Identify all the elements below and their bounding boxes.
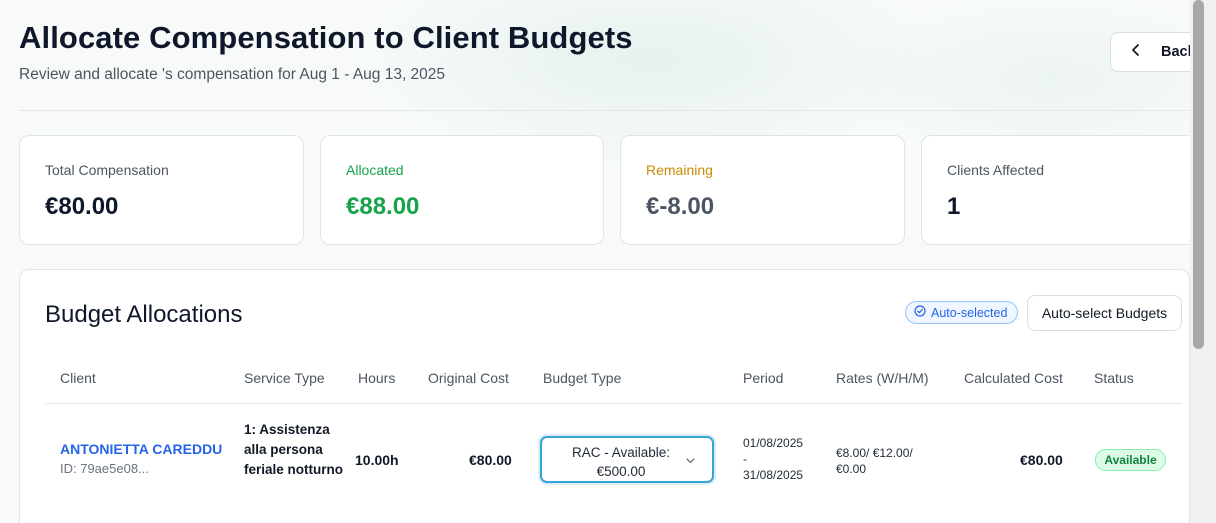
column-header-status: Status (1094, 370, 1134, 386)
page-subtitle: Review and allocate 's compensation for … (19, 66, 446, 83)
stat-label: Clients Affected (947, 162, 1045, 178)
status-badge: Available (1095, 449, 1166, 471)
stat-value: €80.00 (45, 193, 119, 220)
hours-value: 10.00h (355, 452, 399, 468)
column-header-hours: Hours (358, 370, 396, 386)
column-header-client: Client (60, 370, 96, 386)
client-name-link[interactable]: ANTONIETTA CAREDDU (60, 441, 222, 457)
stat-value: €88.00 (346, 193, 420, 220)
table-header-divider (45, 403, 1182, 404)
budget-type-selected-value: RAC - Available: €500.00 (571, 445, 671, 479)
column-header-service-type: Service Type (244, 370, 325, 386)
page-title: Allocate Compensation to Client Budgets (19, 20, 633, 55)
column-header-calculated-cost: Calculated Cost (964, 370, 1063, 386)
rates-value: €8.00/ €12.00/ €0.00 (836, 446, 913, 476)
header-divider (19, 110, 1190, 111)
stat-label: Remaining (646, 162, 713, 178)
original-cost-value: €80.00 (469, 452, 512, 468)
auto-select-budgets-button[interactable]: Auto-select Budgets (1027, 295, 1182, 331)
budget-type-select[interactable]: RAC - Available: €500.00 (540, 436, 714, 483)
period-separator: - (743, 452, 747, 466)
stat-value: €-8.00 (646, 193, 715, 220)
stat-card-remaining: Remaining €-8.00 (620, 135, 905, 245)
column-header-original-cost: Original Cost (428, 370, 509, 386)
stat-value: 1 (947, 193, 961, 220)
stat-card-total-compensation: Total Compensation €80.00 (19, 135, 304, 245)
auto-selected-label: Auto-selected (931, 305, 1008, 320)
stat-card-allocated: Allocated €88.00 (320, 135, 604, 245)
period-end: 31/08/2025 (743, 468, 804, 482)
section-title: Budget Allocations (45, 301, 243, 328)
stat-label: Total Compensation (45, 162, 169, 178)
column-header-budget-type: Budget Type (543, 370, 622, 386)
service-type: 1: Assistenza alla persona feriale nottu… (244, 422, 344, 477)
check-circle-icon (914, 305, 926, 320)
period-value: 01/08/2025 - 31/08/2025 (743, 435, 803, 483)
client-id: ID: 79ae5e08... (60, 461, 149, 476)
period-start: 01/08/2025 (743, 436, 804, 450)
stat-card-clients-affected: Clients Affected 1 (921, 135, 1201, 245)
scrollbar-thumb[interactable] (1193, 0, 1204, 349)
stat-label: Allocated (346, 162, 404, 178)
chevron-left-icon (1129, 43, 1143, 61)
auto-selected-badge: Auto-selected (905, 301, 1019, 324)
column-header-rates: Rates (W/H/M) (836, 370, 929, 386)
budget-allocations-card: Budget Allocations Auto-selected Auto-se… (19, 269, 1190, 523)
column-header-period: Period (743, 370, 784, 386)
calculated-cost-value: €80.00 (1020, 452, 1063, 468)
